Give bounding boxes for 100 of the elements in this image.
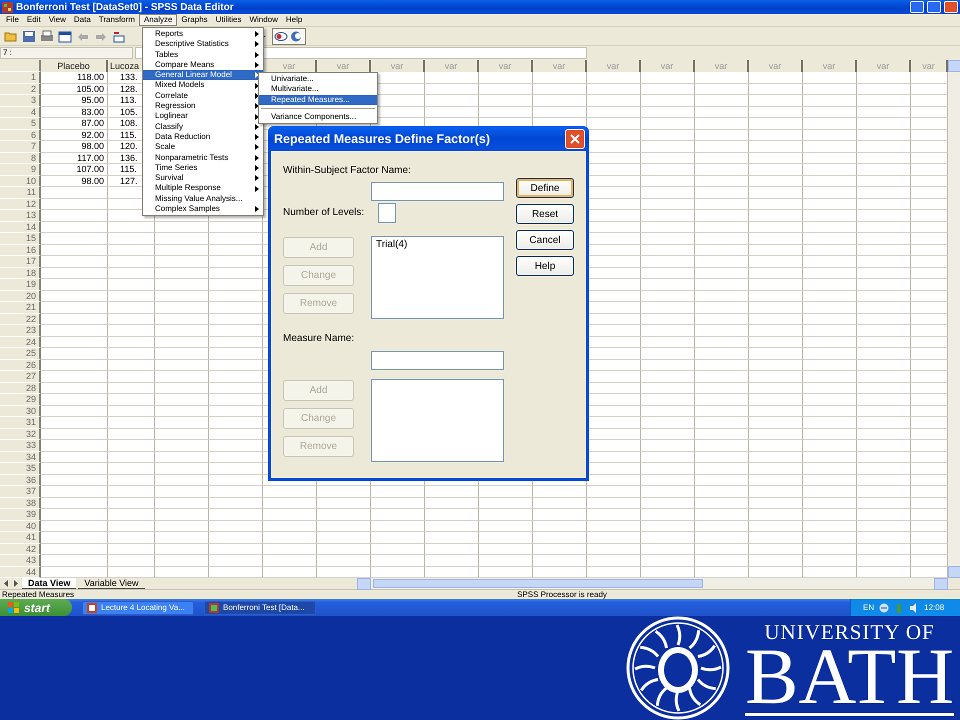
menu-item[interactable]: File: [2, 14, 23, 26]
cell-name-field[interactable]: 7 :: [0, 47, 133, 59]
row-header[interactable]: 16: [0, 244, 41, 256]
row-header[interactable]: 29: [0, 394, 41, 406]
scroll-up-button[interactable]: [948, 60, 960, 72]
row-header[interactable]: 37: [0, 486, 41, 498]
scroll-left-button[interactable]: [357, 578, 371, 590]
row-header[interactable]: 38: [0, 498, 41, 509]
print-icon[interactable]: [40, 30, 54, 42]
row-header[interactable]: 20: [0, 290, 41, 302]
row-header[interactable]: 36: [0, 474, 41, 486]
menu-item[interactable]: General Linear Model: [143, 70, 263, 80]
input-field[interactable]: [371, 351, 504, 370]
row-header[interactable]: 5: [0, 118, 41, 130]
row-header[interactable]: 10: [0, 176, 41, 187]
scrollbar[interactable]: [357, 578, 948, 589]
menu-item[interactable]: Reports: [143, 29, 263, 40]
row-header[interactable]: 11: [0, 187, 41, 198]
menu-item[interactable]: Help: [282, 14, 306, 26]
row-header[interactable]: 30: [0, 406, 41, 417]
input-field[interactable]: [378, 203, 396, 223]
row-header[interactable]: 43: [0, 555, 41, 566]
network-icon[interactable]: [879, 602, 890, 612]
row-header[interactable]: 23: [0, 325, 41, 336]
row-header[interactable]: 39: [0, 509, 41, 520]
pill-icon[interactable]: [290, 30, 304, 42]
column-header[interactable]: var: [533, 60, 587, 72]
column-header[interactable]: var: [641, 60, 695, 72]
restore-button[interactable]: [927, 1, 941, 13]
start-button[interactable]: start: [0, 599, 72, 616]
taskbar-button[interactable]: Bonferroni Test [Data...: [204, 600, 316, 614]
save-icon[interactable]: [22, 30, 36, 42]
taskbar-button[interactable]: Lecture 4 Locating Va...: [82, 600, 194, 614]
row-header[interactable]: 19: [0, 279, 41, 290]
menu-item[interactable]: Complex Samples: [143, 204, 263, 214]
list-box[interactable]: Trial(4): [371, 236, 504, 319]
menu-item[interactable]: Graphs: [177, 14, 212, 26]
row-header[interactable]: 21: [0, 302, 41, 314]
menu-item[interactable]: Variance Components...: [259, 112, 377, 122]
corner-cell[interactable]: [0, 60, 41, 72]
row-header[interactable]: 4: [0, 106, 41, 118]
folder-icon[interactable]: [4, 30, 18, 42]
menu-item[interactable]: Missing Value Analysis...: [143, 194, 263, 204]
row-header[interactable]: 22: [0, 314, 41, 325]
row-header[interactable]: 1: [0, 72, 41, 84]
sheet-tab[interactable]: Data View: [22, 578, 76, 589]
input-field[interactable]: [371, 182, 504, 201]
dialog-button[interactable]: Cancel: [516, 230, 574, 250]
column-header[interactable]: var: [695, 60, 749, 72]
row-header[interactable]: 3: [0, 95, 41, 106]
row-header[interactable]: 34: [0, 452, 41, 463]
menu-item[interactable]: Transform: [94, 14, 139, 26]
dialog-button[interactable]: Help: [516, 256, 574, 276]
row-header[interactable]: 32: [0, 428, 41, 440]
column-header[interactable]: var: [749, 60, 803, 72]
sheet-tab[interactable]: Variable View: [78, 578, 145, 589]
row-header[interactable]: 44: [0, 566, 41, 578]
left-arrow-icon[interactable]: [2, 579, 10, 588]
row-header[interactable]: 15: [0, 233, 41, 244]
row-header[interactable]: 35: [0, 463, 41, 474]
row-header[interactable]: 9: [0, 164, 41, 176]
row-header[interactable]: 26: [0, 360, 41, 371]
scrollbar[interactable]: [948, 60, 960, 578]
row-header[interactable]: 41: [0, 532, 41, 544]
row-header[interactable]: 14: [0, 222, 41, 233]
row-header[interactable]: 13: [0, 210, 41, 222]
menu-item[interactable]: Data: [70, 14, 95, 26]
language-indicator[interactable]: EN: [863, 603, 874, 612]
row-header[interactable]: 8: [0, 152, 41, 164]
row-header[interactable]: 18: [0, 268, 41, 279]
row-header[interactable]: 7: [0, 141, 41, 152]
menu-item[interactable]: Window: [245, 14, 282, 26]
right-arrow-icon[interactable]: [12, 579, 20, 588]
window-icon[interactable]: [58, 30, 72, 42]
column-header[interactable]: var: [803, 60, 857, 72]
column-header[interactable]: var: [479, 60, 533, 72]
row-header[interactable]: 33: [0, 440, 41, 452]
row-header[interactable]: 27: [0, 371, 41, 382]
scroll-right-button[interactable]: [934, 578, 948, 590]
menu-item[interactable]: View: [44, 14, 70, 26]
scroll-down-button[interactable]: [948, 566, 960, 578]
list-box[interactable]: [371, 379, 504, 462]
menu-item[interactable]: Analyze: [138, 14, 178, 26]
menu-item[interactable]: Multivariate...: [259, 84, 377, 95]
row-header[interactable]: 6: [0, 130, 41, 141]
row-header[interactable]: 28: [0, 382, 41, 394]
row-header[interactable]: 17: [0, 256, 41, 268]
close-button[interactable]: [944, 1, 958, 13]
column-header[interactable]: var: [425, 60, 479, 72]
row-header[interactable]: 42: [0, 544, 41, 555]
minimize-button[interactable]: [910, 1, 924, 13]
menu-item[interactable]: Utilities: [212, 14, 246, 26]
list-item[interactable]: Trial(4): [376, 239, 499, 250]
pill-icon[interactable]: [274, 30, 288, 42]
menu-item[interactable]: Repeated Measures...: [259, 94, 377, 105]
table-icon[interactable]: [112, 30, 126, 42]
row-header[interactable]: 25: [0, 348, 41, 360]
row-header[interactable]: 31: [0, 417, 41, 428]
row-header[interactable]: 12: [0, 198, 41, 210]
menu-item[interactable]: Tables: [143, 50, 263, 60]
